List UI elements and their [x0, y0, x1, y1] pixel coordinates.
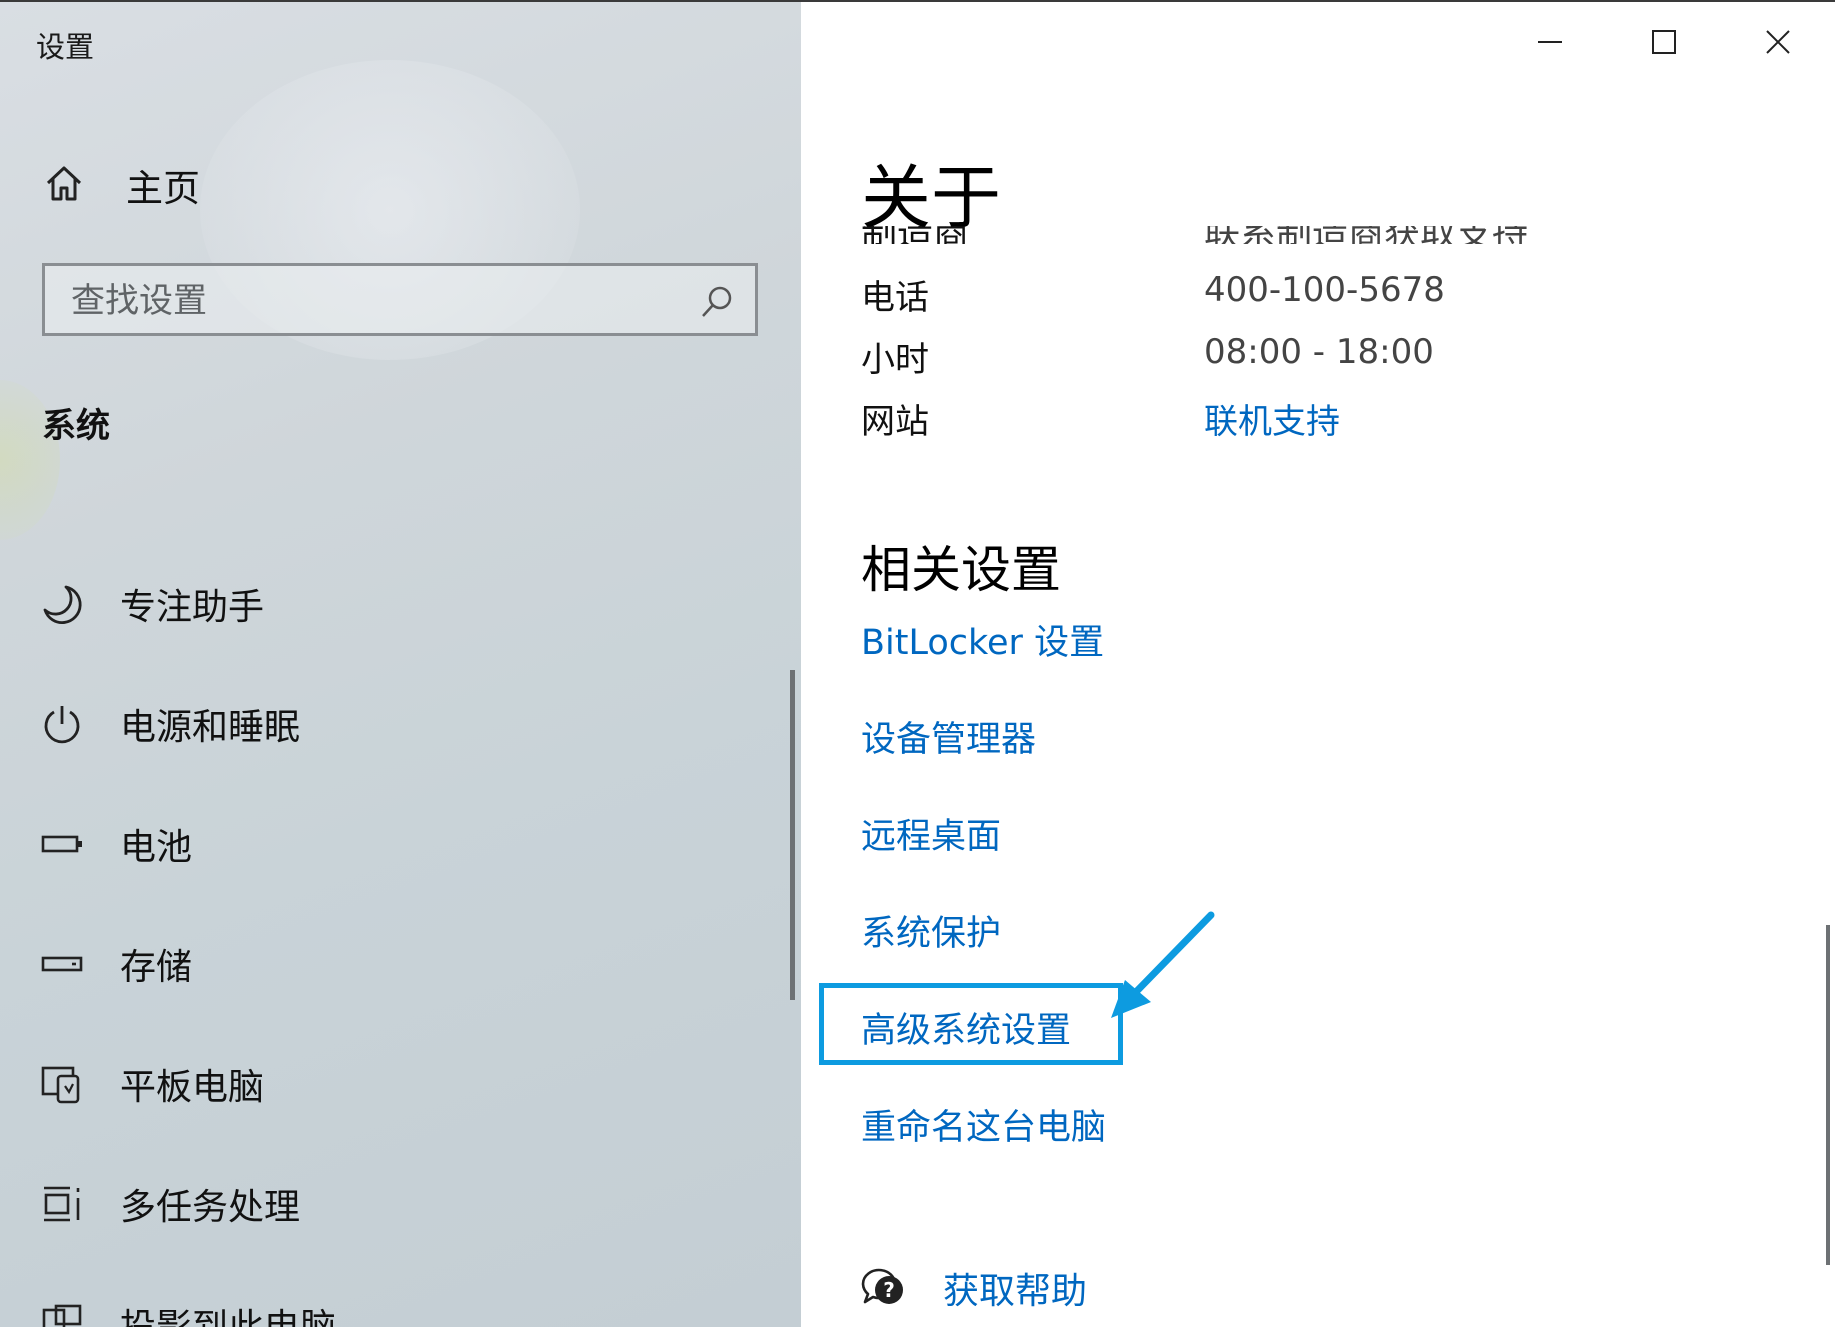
sidebar-item-tablet[interactable]: 平板电脑 — [40, 1058, 264, 1110]
search-box[interactable] — [42, 263, 758, 336]
moon-icon — [40, 582, 84, 626]
multitasking-icon — [40, 1182, 84, 1226]
system-protection-link[interactable]: 系统保护 — [861, 905, 1001, 956]
tablet-icon — [40, 1062, 84, 1106]
help-icon: ? — [859, 1264, 905, 1312]
section-title: 系统 — [42, 406, 110, 446]
storage-icon — [40, 942, 84, 986]
related-settings-title: 相关设置 — [861, 541, 1061, 599]
sidebar-item-battery[interactable]: 电池 — [40, 818, 192, 870]
sidebar-item-label: 主页 — [126, 167, 200, 210]
sidebar: 设置 主页 系统 — [0, 0, 801, 1327]
search-icon[interactable] — [699, 284, 735, 324]
minimize-button[interactable] — [1493, 0, 1607, 84]
sidebar-item-multitasking[interactable]: 多任务处理 — [40, 1178, 300, 1230]
bitlocker-settings-link[interactable]: BitLocker 设置 — [861, 614, 1104, 665]
highlight-box — [819, 983, 1123, 1065]
rename-pc-link[interactable]: 重命名这台电脑 — [861, 1099, 1106, 1150]
main-content: 关于 制造商 联系制造商获取支持 电话 400-100-5678 小时 08:0… — [801, 0, 1835, 1327]
search-input[interactable] — [69, 276, 693, 326]
support-value: 08:00 - 18:00 — [1204, 332, 1434, 372]
arrow-annotation — [1111, 911, 1215, 1018]
sidebar-item-label: 多任务处理 — [120, 1187, 301, 1228]
sidebar-item-focus-assist[interactable]: 专注助手 — [40, 578, 264, 630]
window-top-border — [0, 0, 1835, 2]
sidebar-item-label: 存储 — [120, 947, 193, 988]
sidebar-item-label: 专注助手 — [120, 587, 265, 628]
power-icon — [40, 702, 84, 746]
main-scrollbar[interactable] — [1826, 925, 1830, 1265]
clipped-support-row: 制造商 联系制造商获取支持 — [861, 226, 1761, 244]
sidebar-item-label: 电源和睡眠 — [120, 707, 301, 748]
support-key: 制造商 — [861, 226, 969, 244]
sidebar-scrollbar[interactable] — [790, 670, 795, 1000]
app-title: 设置 — [36, 30, 95, 64]
support-value: 联系制造商获取支持 — [1204, 226, 1528, 244]
minimize-icon — [1538, 41, 1562, 43]
project-icon — [40, 1302, 84, 1327]
window-controls — [1493, 0, 1835, 84]
remote-desktop-link[interactable]: 远程桌面 — [861, 808, 1001, 859]
maximize-icon — [1652, 30, 1676, 54]
sidebar-item-home[interactable]: 主页 — [42, 158, 200, 212]
device-manager-link[interactable]: 设备管理器 — [861, 711, 1036, 762]
support-key: 电话 — [861, 278, 929, 318]
close-icon — [1766, 30, 1790, 54]
online-support-link[interactable]: 联机支持 — [1204, 394, 1340, 443]
sidebar-item-label: 电池 — [120, 827, 193, 868]
support-key: 小时 — [861, 340, 929, 380]
get-help-label: 获取帮助 — [943, 1271, 1088, 1312]
close-button[interactable] — [1721, 0, 1835, 84]
support-value: 400-100-5678 — [1204, 270, 1445, 310]
sidebar-item-power-sleep[interactable]: 电源和睡眠 — [40, 698, 300, 750]
battery-icon — [40, 822, 84, 866]
sidebar-item-project[interactable]: 投影到此电脑 — [40, 1298, 336, 1327]
sidebar-item-label: 投影到此电脑 — [120, 1298, 336, 1327]
sidebar-item-label: 平板电脑 — [120, 1067, 265, 1108]
svg-text:?: ? — [883, 1278, 895, 1302]
get-help-row[interactable]: ? 获取帮助 — [859, 1262, 1087, 1314]
maximize-button[interactable] — [1607, 0, 1721, 84]
settings-window: 设置 主页 系统 — [0, 0, 1835, 1327]
support-key: 网站 — [861, 402, 929, 442]
sidebar-item-storage[interactable]: 存储 — [40, 938, 192, 990]
home-icon — [42, 161, 86, 209]
